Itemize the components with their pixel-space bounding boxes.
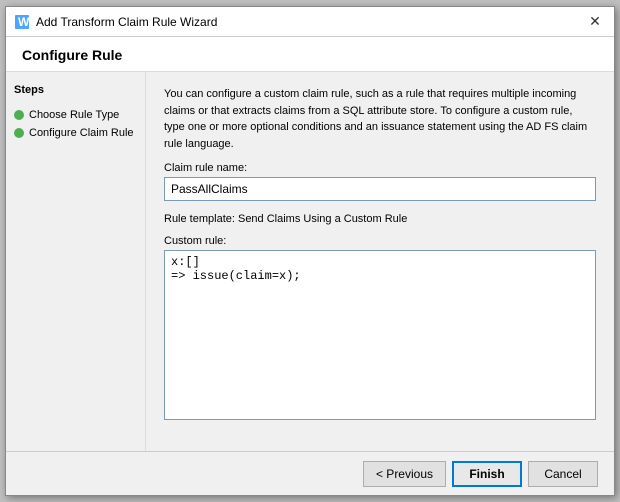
wizard-window: W Add Transform Claim Rule Wizard ✕ Conf…	[5, 6, 615, 496]
sidebar-item-label-2: Configure Claim Rule	[29, 127, 134, 139]
sidebar-item-configure-claim-rule[interactable]: Configure Claim Rule	[14, 124, 137, 142]
main-panel: You can configure a custom claim rule, s…	[146, 72, 614, 451]
rule-template-section: Rule template: Send Claims Using a Custo…	[164, 211, 596, 225]
sidebar-heading: Steps	[14, 84, 137, 96]
window-title: Add Transform Claim Rule Wizard	[36, 15, 217, 29]
claim-rule-name-section: Claim rule name:	[164, 162, 596, 201]
custom-rule-section: Custom rule: x:[] => issue(claim=x);	[164, 235, 596, 437]
rule-template-text: Rule template: Send Claims Using a Custo…	[164, 213, 407, 225]
page-title: Configure Rule	[22, 47, 122, 63]
claim-rule-name-label: Claim rule name:	[164, 162, 596, 174]
custom-rule-label: Custom rule:	[164, 235, 596, 247]
svg-text:W: W	[18, 15, 30, 29]
content-area: Steps Choose Rule Type Configure Claim R…	[6, 72, 614, 451]
sidebar: Steps Choose Rule Type Configure Claim R…	[6, 72, 146, 451]
close-button[interactable]: ✕	[584, 11, 606, 33]
wizard-icon: W	[14, 14, 30, 30]
page-header: Configure Rule	[6, 37, 614, 72]
previous-button[interactable]: < Previous	[363, 461, 446, 487]
claim-rule-name-input[interactable]	[164, 177, 596, 201]
cancel-button[interactable]: Cancel	[528, 461, 598, 487]
description-text: You can configure a custom claim rule, s…	[164, 86, 596, 152]
sidebar-item-label-1: Choose Rule Type	[29, 109, 119, 121]
custom-rule-textarea[interactable]: x:[] => issue(claim=x);	[164, 250, 596, 420]
step-dot-2	[14, 128, 24, 138]
footer: < Previous Finish Cancel	[6, 451, 614, 495]
finish-button[interactable]: Finish	[452, 461, 522, 487]
step-dot-1	[14, 110, 24, 120]
sidebar-item-choose-rule-type[interactable]: Choose Rule Type	[14, 106, 137, 124]
title-bar-left: W Add Transform Claim Rule Wizard	[14, 14, 217, 30]
title-bar: W Add Transform Claim Rule Wizard ✕	[6, 7, 614, 37]
